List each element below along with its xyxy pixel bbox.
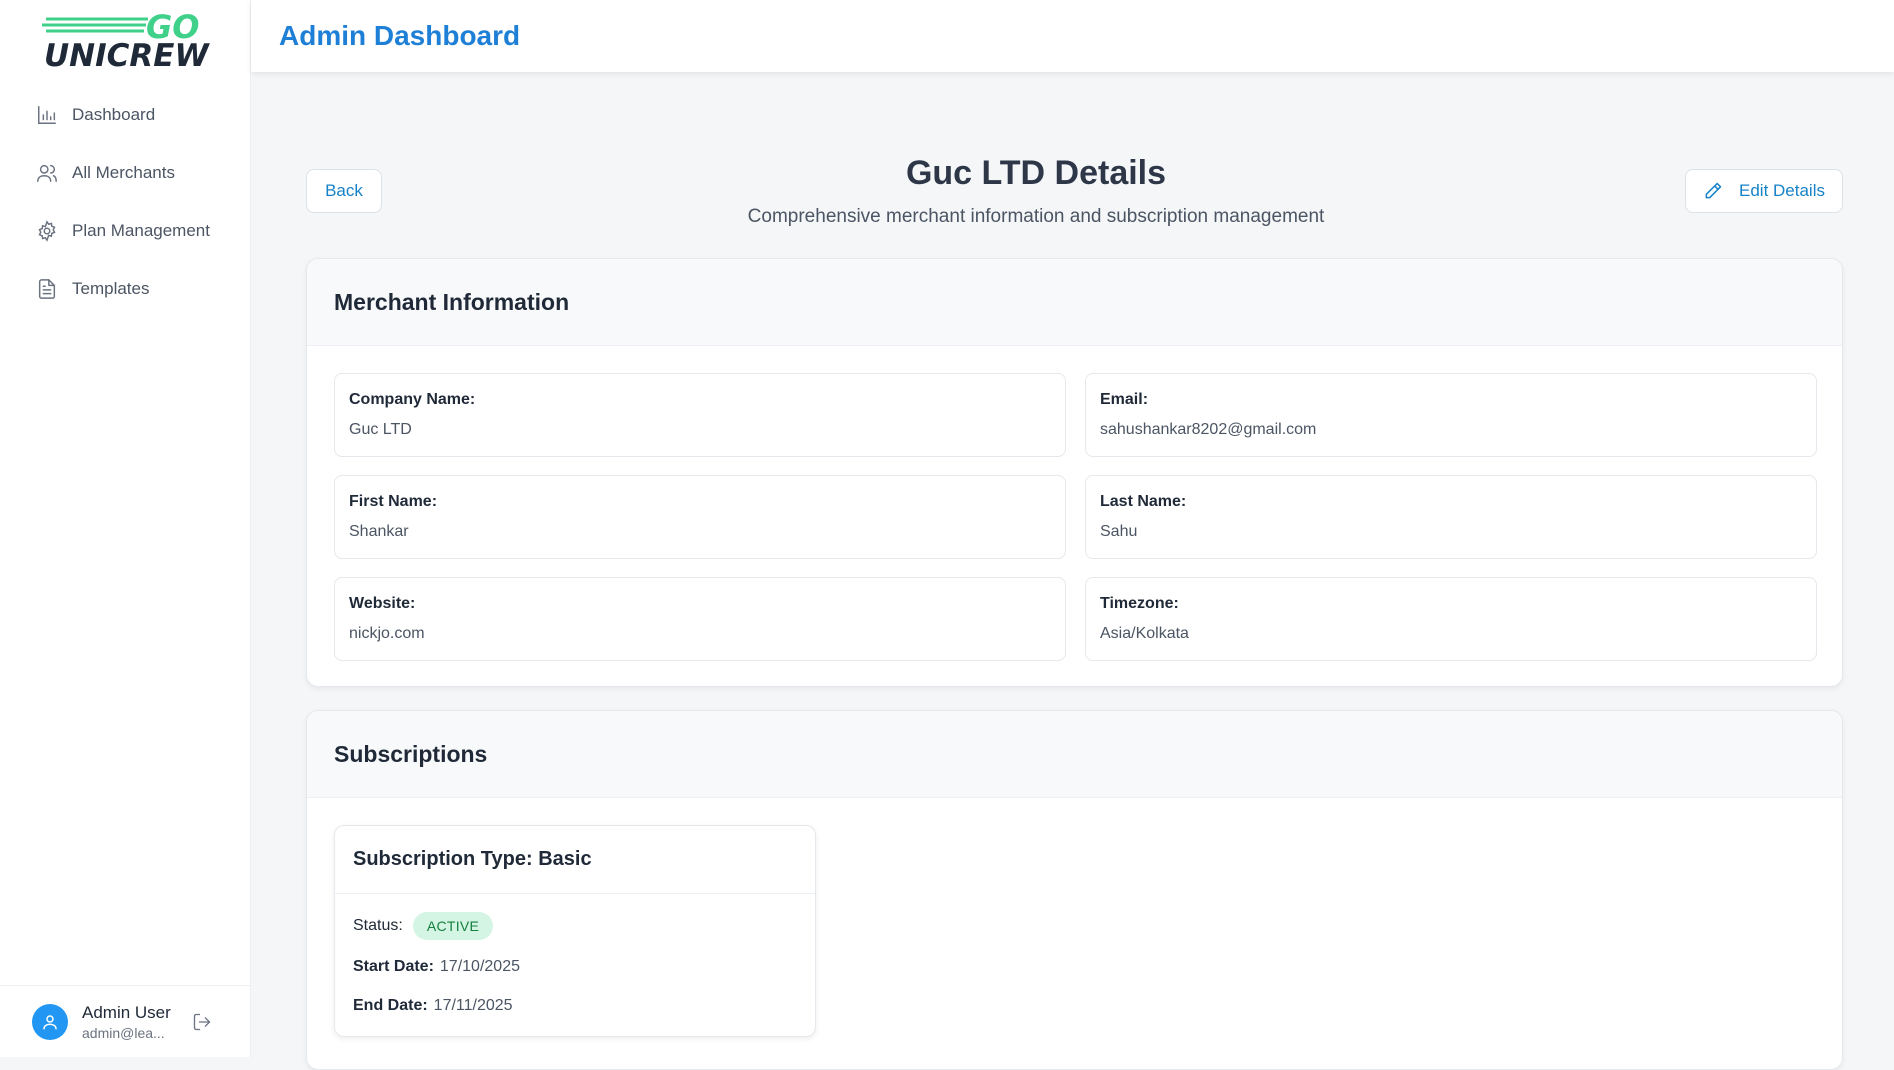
page-subtitle: Comprehensive merchant information and s… — [747, 206, 1325, 227]
timezone-field: Timezone: Asia/Kolkata — [1085, 577, 1817, 661]
document-icon — [36, 278, 58, 300]
user-email: admin@lea... — [82, 1024, 165, 1041]
subscription-type: Subscription Type: Basic — [335, 826, 815, 894]
website-field: Website: nickjo.com — [334, 577, 1066, 661]
sidebar: GO UNICREW Dashboard All Merchants Plan … — [0, 0, 251, 1057]
field-value: Sahu — [1100, 523, 1138, 540]
field-value: Shankar — [349, 523, 409, 540]
field-label: Company Name: — [349, 391, 476, 408]
user-profile: Admin User admin@lea... — [0, 985, 251, 1057]
sidebar-item-plan-management[interactable]: Plan Management — [0, 212, 251, 250]
start-date-label: Start Date: — [353, 958, 434, 975]
company-name-field: Company Name: Guc LTD — [334, 373, 1066, 457]
avatar[interactable] — [32, 1003, 68, 1040]
page-title: Guc LTD Details — [905, 154, 1167, 192]
subscription-item: Subscription Type: Basic Status: ACTIVE … — [334, 825, 816, 1037]
merchant-info-card: Merchant Information Company Name: Guc L… — [306, 258, 1843, 687]
main-content: Back Guc LTD Details Comprehensive merch… — [251, 72, 1894, 1070]
start-date-value: 17/10/2025 — [439, 958, 520, 975]
field-value: sahushankar8202@gmail.com — [1100, 421, 1317, 438]
user-name: Admin User — [82, 1002, 171, 1022]
sidebar-item-label: Dashboard — [72, 105, 156, 124]
field-label: Website: — [349, 595, 416, 612]
subscriptions-card: Subscriptions Subscription Type: Basic S… — [306, 710, 1843, 1070]
subscription-status-row: Status: ACTIVE — [353, 912, 494, 940]
sidebar-item-dashboard[interactable]: Dashboard — [0, 96, 251, 134]
edit-details-button[interactable]: Edit Details — [1685, 169, 1843, 213]
field-value: Asia/Kolkata — [1100, 625, 1189, 642]
top-header: Admin Dashboard — [251, 0, 1894, 72]
field-value: nickjo.com — [349, 625, 425, 642]
subscription-start-row: Start Date: 17/10/2025 — [353, 958, 520, 976]
sidebar-nav: Dashboard All Merchants Plan Management … — [0, 96, 251, 328]
section-title: Subscriptions — [307, 711, 1842, 798]
field-label: Email: — [1100, 391, 1149, 408]
sidebar-item-label: Templates — [72, 279, 150, 298]
users-icon — [36, 162, 58, 184]
pencil-icon — [1705, 182, 1722, 199]
gear-icon — [36, 220, 58, 242]
sidebar-item-label: Plan Management — [72, 221, 210, 240]
edit-details-label: Edit Details — [1739, 181, 1825, 200]
end-date-value: 17/11/2025 — [433, 997, 513, 1014]
user-icon — [43, 1014, 57, 1029]
end-date-label: End Date: — [353, 997, 428, 1014]
logo-unicrew-text: UNICREW — [44, 38, 210, 70]
email-field: Email: sahushankar8202@gmail.com — [1085, 373, 1817, 457]
last-name-field: Last Name: Sahu — [1085, 475, 1817, 559]
field-label: Timezone: — [1100, 595, 1179, 612]
field-label: Last Name: — [1100, 493, 1187, 510]
logout-icon[interactable] — [192, 1012, 212, 1032]
field-value: Guc LTD — [349, 421, 412, 438]
header-title: Admin Dashboard — [279, 20, 521, 51]
first-name-field: First Name: Shankar — [334, 475, 1066, 559]
section-title: Merchant Information — [307, 259, 1842, 346]
sidebar-item-all-merchants[interactable]: All Merchants — [0, 154, 251, 192]
field-label: First Name: — [349, 493, 438, 510]
app-logo[interactable]: GO UNICREW — [42, 6, 212, 74]
subscription-end-row: End Date: 17/11/2025 — [353, 997, 513, 1015]
sidebar-item-templates[interactable]: Templates — [0, 270, 251, 308]
sidebar-item-label: All Merchants — [72, 163, 175, 182]
bar-chart-icon — [36, 104, 58, 126]
status-label: Status: — [353, 917, 403, 934]
status-badge: ACTIVE — [412, 912, 494, 940]
